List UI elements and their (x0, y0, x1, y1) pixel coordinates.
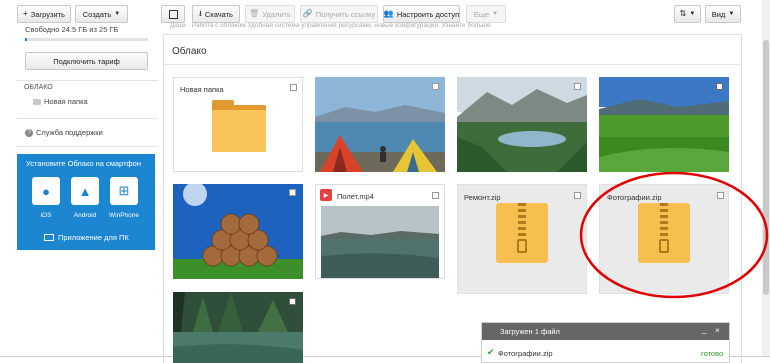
upload-status: готово (701, 349, 724, 358)
tile-checkbox[interactable] (289, 298, 296, 305)
tile-checkbox[interactable] (574, 83, 581, 90)
apple-icon: ● (42, 183, 50, 199)
zip-tile[interactable]: Ремонт.zip (457, 184, 587, 294)
caret-down-icon: ▼ (492, 11, 499, 17)
promo-title: Установите Облако на смартфон (26, 159, 141, 168)
tile-checkbox[interactable] (432, 192, 439, 199)
close-icon[interactable]: × (715, 327, 720, 335)
more-button[interactable]: Еще ▼ (466, 5, 506, 23)
upload-button[interactable]: + Загрузить (17, 5, 71, 23)
image-tile[interactable] (599, 77, 729, 172)
upload-panel: Загружен 1 файл _ × ✔ Фотографии.zip гот… (481, 322, 730, 363)
connect-plan-button[interactable]: Подключить тариф (25, 52, 148, 70)
checkbox-icon (168, 9, 178, 19)
minimize-icon[interactable]: _ (702, 326, 706, 334)
video-tile[interactable]: ▶ Полет.mp4 (315, 184, 445, 279)
image-tile[interactable] (173, 292, 303, 363)
view-button[interactable]: Вид ▼ (705, 5, 741, 23)
download-icon: ⭳ (199, 9, 202, 18)
ios-store-button[interactable]: ● (32, 177, 60, 205)
ad-banner: Дашк · Работа с облаком Удобная система … (170, 22, 491, 29)
image-thumbnail (599, 77, 729, 172)
zip-archive-icon (496, 203, 548, 263)
pc-app-link[interactable]: Приложение для ПК (44, 233, 129, 242)
image-tile[interactable] (457, 77, 587, 172)
caret-down-icon: ▼ (728, 11, 735, 17)
video-icon: ▶ (320, 189, 332, 201)
main-top-border (163, 34, 742, 35)
folder-icon (33, 98, 41, 105)
image-thumbnail (315, 77, 445, 172)
windows-icon: ⊞ (118, 183, 130, 198)
tile-name: Новая папка (180, 85, 224, 94)
video-thumbnail (321, 206, 439, 278)
storage-info: Свободно 24.5 ГБ из 25 ГБ (25, 25, 119, 34)
sidebar-item-new-folder[interactable]: Новая папка (33, 97, 88, 106)
trash-icon: 🗑 (249, 9, 260, 18)
storage-bar (25, 38, 148, 41)
delete-button[interactable]: 🗑 Удалить (245, 5, 295, 23)
main-left-border (163, 34, 164, 363)
tile-checkbox[interactable] (289, 189, 296, 196)
image-thumbnail (457, 77, 587, 172)
android-label: Android (73, 212, 97, 219)
caret-down-icon: ▼ (689, 11, 696, 17)
image-tile[interactable] (315, 77, 445, 172)
page-title: Облако (172, 46, 207, 57)
sidebar-section-title: ОБЛАКО (24, 84, 53, 91)
download-button[interactable]: ⭳ Скачать (192, 5, 240, 23)
android-icon: ▲ (78, 183, 92, 199)
support-link[interactable]: ? Служба поддержки (25, 128, 103, 137)
sort-button[interactable]: ⇅ ▼ (674, 5, 701, 23)
caret-down-icon: ▼ (114, 11, 121, 17)
divider (17, 146, 158, 147)
storage-bar-fill (25, 38, 28, 41)
title-divider (164, 64, 741, 65)
ios-label: iOS (40, 212, 52, 219)
red-annotation-circle (579, 171, 769, 299)
folder-icon (212, 100, 266, 152)
get-link-button[interactable]: 🔗 Получить ссылку (300, 5, 378, 23)
image-thumbnail (173, 184, 303, 279)
folder-tile[interactable]: Новая папка (173, 77, 303, 172)
upload-panel-header: Загружен 1 файл _ × (482, 323, 729, 340)
sort-icon: ⇅ (679, 9, 687, 18)
upload-panel-title: Загружен 1 файл (500, 327, 560, 336)
tile-name: Ремонт.zip (464, 193, 501, 202)
help-icon: ? (25, 128, 33, 137)
winphone-store-button[interactable]: ⊞ (110, 177, 138, 205)
select-all-button[interactable] (161, 5, 185, 23)
access-button[interactable]: 👥 Настроить доступ (383, 5, 460, 23)
divider (17, 80, 158, 81)
divider (17, 118, 158, 119)
monitor-icon (44, 234, 54, 241)
create-button[interactable]: Создать ▼ (75, 5, 128, 23)
image-thumbnail (173, 292, 303, 363)
tile-checkbox[interactable] (432, 83, 439, 90)
uploaded-file-name: Фотографии.zip (498, 349, 553, 358)
image-tile[interactable] (173, 184, 303, 279)
tile-checkbox[interactable] (290, 84, 297, 91)
users-icon: 👥 (383, 9, 394, 18)
winphone-label: WinPhone (109, 212, 139, 219)
tile-name: Полет.mp4 (337, 192, 374, 201)
check-icon: ✔ (487, 347, 495, 357)
tile-checkbox[interactable] (716, 83, 723, 90)
android-store-button[interactable]: ▲ (71, 177, 99, 205)
link-icon: 🔗 (302, 9, 313, 18)
plus-icon: + (23, 9, 28, 18)
